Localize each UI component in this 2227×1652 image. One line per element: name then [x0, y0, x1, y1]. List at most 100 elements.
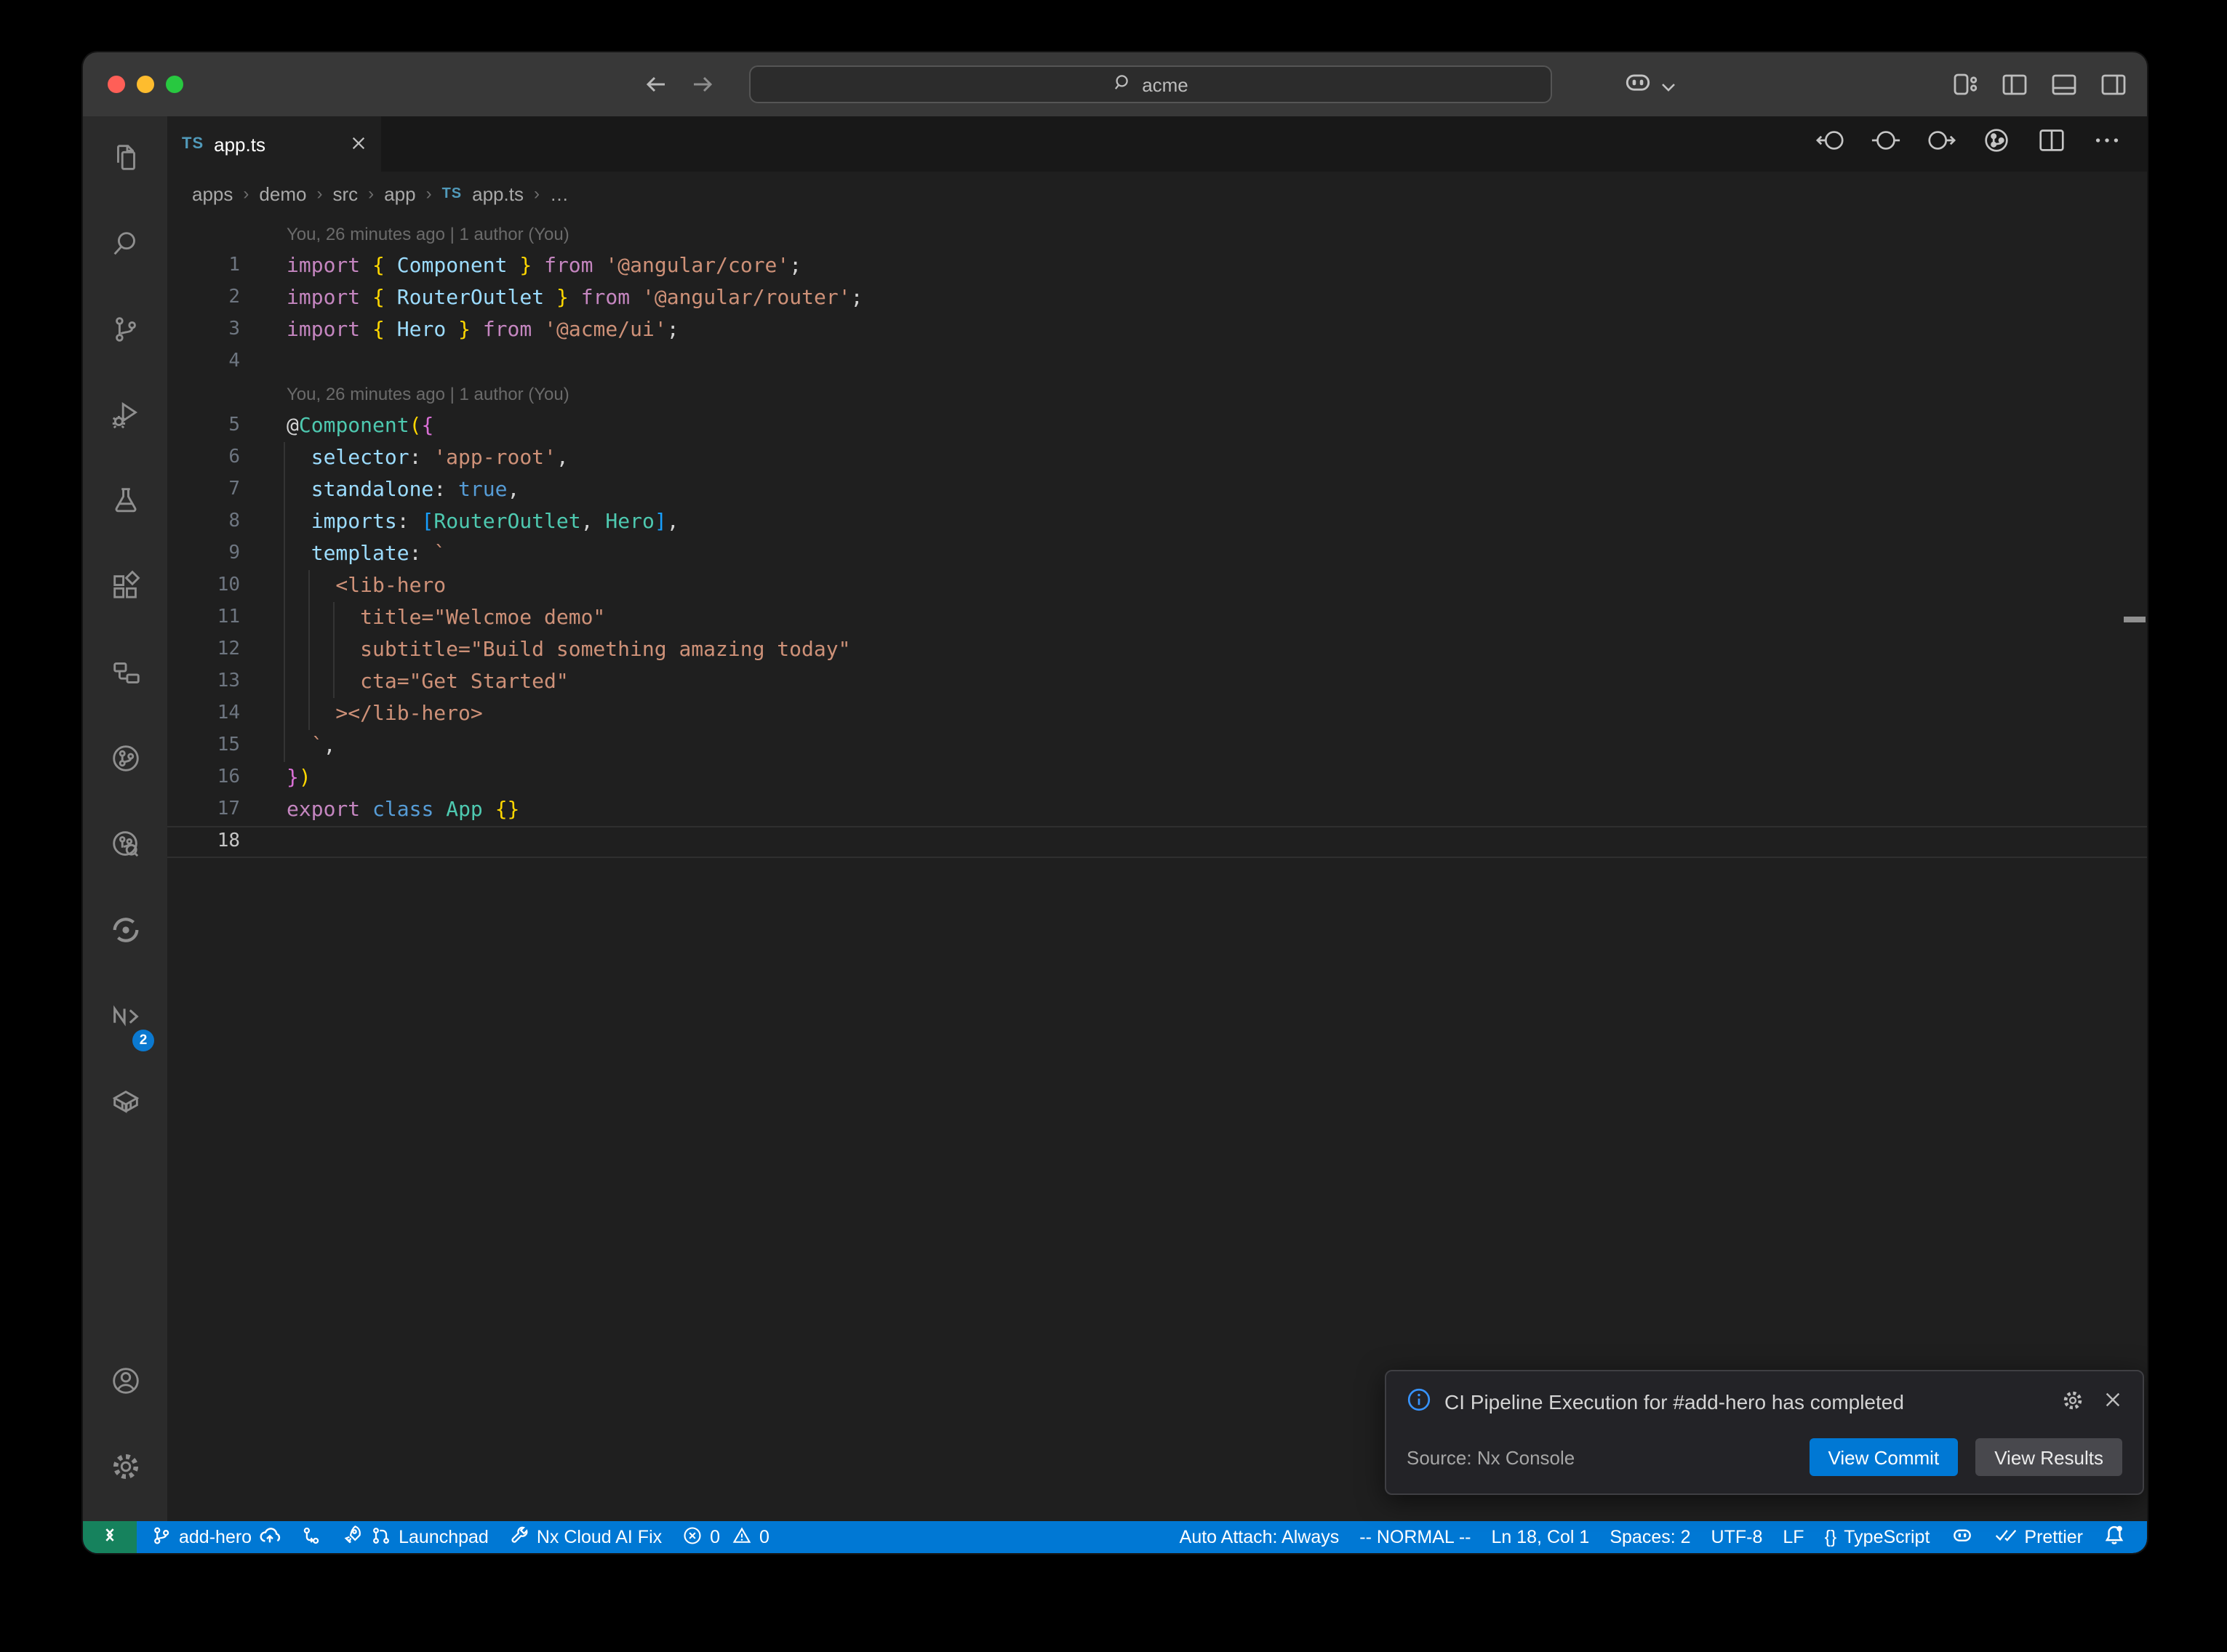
sidebar-item-swirl-extension[interactable] [83, 899, 167, 969]
code-line[interactable]: 3import { Hero } from '@acme/ui'; [167, 314, 2147, 346]
indent-guide [284, 442, 285, 762]
breadcrumb: apps › demo › src › app › TS app.ts › … [167, 172, 2147, 215]
code-line[interactable]: 11 title="Welcmoe demo" [167, 602, 2147, 634]
breadcrumb-item[interactable]: apps [192, 183, 233, 204]
code-line[interactable]: 13 cta="Get Started" [167, 666, 2147, 698]
sidebar-item-container-tools[interactable] [83, 1070, 167, 1140]
copilot-icon [1950, 1523, 1973, 1551]
encoding-status-item[interactable]: UTF-8 [1701, 1521, 1773, 1553]
toggle-panel-icon[interactable] [2050, 70, 2079, 99]
sidebar-item-search[interactable] [83, 212, 167, 282]
toast-settings-gear-icon[interactable] [2061, 1388, 2084, 1416]
blame-row[interactable]: You, 26 minutes ago | 1 author (You) [167, 378, 2147, 410]
toggle-primary-sidebar-icon[interactable] [2000, 70, 2029, 99]
copilot-status-item[interactable] [1940, 1521, 1983, 1553]
code-line[interactable]: 2import { RouterOutlet } from '@angular/… [167, 282, 2147, 314]
vscode-window: acme [83, 52, 2147, 1553]
breadcrumb-file[interactable]: app.ts [472, 183, 524, 204]
line-number: 10 [167, 570, 287, 602]
code-line[interactable]: 5@Component({ [167, 410, 2147, 442]
vim-mode-status-item[interactable]: -- NORMAL -- [1349, 1521, 1481, 1553]
code-text: <lib-hero [287, 570, 446, 602]
breadcrumb-item[interactable]: src [332, 183, 358, 204]
code-lines: You, 26 minutes ago | 1 author (You)1imp… [167, 218, 2147, 858]
blame-annotation: You, 26 minutes ago | 1 author (You) [287, 218, 569, 250]
sidebar-item-extensions[interactable] [83, 556, 167, 625]
commit-graph-icon[interactable] [1981, 125, 2012, 163]
history-forward-icon[interactable] [689, 71, 716, 97]
tab-app-ts[interactable]: TS app.ts [167, 116, 381, 172]
scrollbar-marker [2124, 617, 2146, 622]
branch-status-item[interactable]: add-hero [141, 1521, 291, 1553]
nav-current-icon[interactable] [1871, 125, 1901, 163]
code-line[interactable]: 7 standalone: true, [167, 474, 2147, 506]
sidebar-item-nx-console[interactable]: 2 [83, 985, 167, 1054]
line-number: 11 [167, 602, 287, 634]
formatter-status-item[interactable]: Prettier [1983, 1521, 2093, 1553]
notifications-status-item[interactable] [2093, 1521, 2135, 1553]
code-line[interactable]: 8 imports: [RouterOutlet, Hero], [167, 506, 2147, 538]
split-editor-icon[interactable] [2036, 125, 2067, 163]
launchpad-status-item[interactable]: Launchpad [332, 1521, 499, 1553]
account-button[interactable] [83, 1350, 167, 1419]
nav-forward-icon[interactable] [1926, 125, 1956, 163]
code-line[interactable]: 10 <lib-hero [167, 570, 2147, 602]
code-text: `, [287, 730, 335, 762]
cursor-position-status-item[interactable]: Ln 18, Col 1 [1482, 1521, 1600, 1553]
indentation-status-item[interactable]: Spaces: 2 [1599, 1521, 1700, 1553]
breadcrumb-item[interactable]: app [384, 183, 415, 204]
language-status-item[interactable]: {} TypeScript [1815, 1521, 1940, 1553]
remote-indicator[interactable] [83, 1521, 137, 1553]
minimize-window-button[interactable] [137, 76, 154, 93]
code-line[interactable]: 16}) [167, 762, 2147, 794]
breadcrumb-more[interactable]: … [550, 183, 569, 204]
gitlens-inspect-icon [108, 827, 142, 868]
code-line[interactable]: 12 subtitle="Build something amazing tod… [167, 634, 2147, 666]
extensions-icon [108, 570, 142, 611]
view-results-button[interactable]: View Results [1975, 1438, 2122, 1476]
blame-row[interactable]: You, 26 minutes ago | 1 author (You) [167, 218, 2147, 250]
git-branch-icon [151, 1525, 172, 1549]
toggle-secondary-sidebar-icon[interactable] [2099, 70, 2128, 99]
info-icon [1407, 1387, 1431, 1416]
sidebar-item-run-debug[interactable] [83, 384, 167, 454]
settings-button[interactable] [83, 1435, 167, 1505]
scrollbar[interactable] [2122, 215, 2147, 1521]
sidebar-item-source-control[interactable] [83, 298, 167, 368]
sidebar-item-gitlens[interactable] [83, 727, 167, 797]
code-line[interactable]: 9 template: ` [167, 538, 2147, 570]
sidebar-item-testing[interactable] [83, 470, 167, 540]
git-compare-status-item[interactable] [291, 1521, 332, 1553]
sidebar-item-gitlens-inspect[interactable] [83, 813, 167, 883]
code-line[interactable]: 1import { Component } from '@angular/cor… [167, 250, 2147, 282]
close-tab-icon[interactable] [351, 133, 367, 155]
history-back-icon[interactable] [643, 71, 669, 97]
nx-cloud-status-item[interactable]: Nx Cloud AI Fix [499, 1521, 672, 1553]
sidebar-item-hierarchy-view[interactable] [83, 641, 167, 711]
zoom-window-button[interactable] [166, 76, 183, 93]
code-line[interactable]: 15 `, [167, 730, 2147, 762]
toast-close-icon[interactable] [2103, 1390, 2122, 1414]
customize-layout-icon[interactable] [1951, 70, 1980, 99]
auto-attach-status-item[interactable]: Auto Attach: Always [1170, 1521, 1350, 1553]
code-line[interactable]: 14 ></lib-hero> [167, 698, 2147, 730]
sidebar-item-explorer[interactable] [83, 127, 167, 196]
nav-back-icon[interactable] [1815, 125, 1846, 163]
command-center-search[interactable]: acme [749, 65, 1552, 103]
breadcrumb-item[interactable]: demo [259, 183, 306, 204]
titlebar[interactable]: acme [83, 52, 2147, 116]
code-line[interactable]: 17export class App {} [167, 794, 2147, 826]
view-commit-button[interactable]: View Commit [1810, 1438, 1959, 1476]
eol-status-item[interactable]: LF [1772, 1521, 1814, 1553]
code-line[interactable]: 18 [167, 826, 2147, 858]
code-text: template: ` [287, 538, 446, 570]
problems-status-item[interactable]: 0 0 [672, 1521, 780, 1553]
code-line[interactable]: 6 selector: 'app-root', [167, 442, 2147, 474]
copilot-menu-button[interactable] [1622, 67, 1676, 106]
code-text: imports: [RouterOutlet, Hero], [287, 506, 679, 538]
code-editor[interactable]: You, 26 minutes ago | 1 author (You)1imp… [167, 215, 2147, 1521]
more-actions-icon[interactable] [2092, 125, 2122, 163]
testing-icon [108, 484, 142, 525]
code-line[interactable]: 4 [167, 346, 2147, 378]
close-window-button[interactable] [108, 76, 125, 93]
